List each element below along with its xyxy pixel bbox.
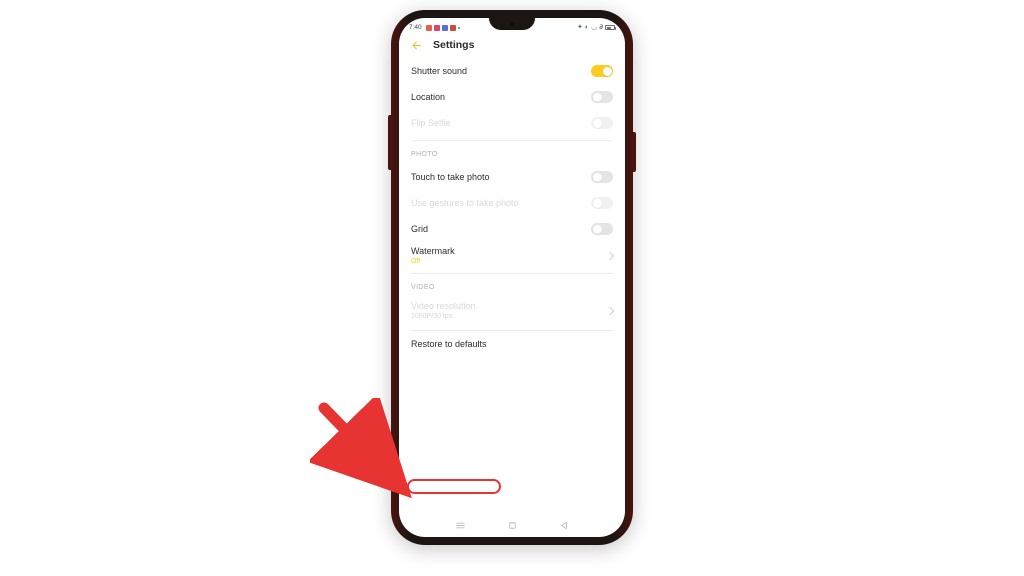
title-bar: Settings xyxy=(399,35,625,58)
row-watermark[interactable]: Watermark Off xyxy=(411,242,613,269)
notification-icon xyxy=(450,25,456,31)
row-flip-selfie: Flip Selfie xyxy=(411,110,613,136)
status-time: 7:40 xyxy=(409,24,422,31)
toggle-flip-selfie xyxy=(591,117,613,129)
display-notch xyxy=(489,18,535,30)
notification-icon xyxy=(434,25,440,31)
navigation-bar xyxy=(399,517,625,537)
toggle-location[interactable] xyxy=(591,91,613,103)
toggle-touch-photo[interactable] xyxy=(591,171,613,183)
row-label: Video resolution xyxy=(411,301,475,311)
toggle-use-gestures xyxy=(591,197,613,209)
status-left: 7:40 xyxy=(409,24,460,31)
row-location[interactable]: Location xyxy=(411,84,613,110)
notification-icon xyxy=(426,25,432,31)
nav-back-button[interactable] xyxy=(557,519,571,533)
notification-icon xyxy=(442,25,448,31)
chevron-right-icon xyxy=(606,251,614,259)
row-label: Restore to defaults xyxy=(411,339,487,349)
settings-list[interactable]: Shutter sound Location Flip Selfie PHOTO… xyxy=(399,58,625,517)
row-label: Flip Selfie xyxy=(411,118,451,128)
more-notifications-icon xyxy=(458,27,460,29)
row-sublabel: Off xyxy=(411,258,455,265)
back-button[interactable] xyxy=(409,38,423,52)
chevron-right-icon xyxy=(606,306,614,314)
row-restore-defaults[interactable]: Restore to defaults xyxy=(411,330,613,359)
row-label: Use gestures to take photo xyxy=(411,198,519,208)
row-label: Watermark xyxy=(411,246,455,256)
nav-home-button[interactable] xyxy=(505,519,519,533)
battery-icon xyxy=(605,25,615,30)
toggle-shutter-sound[interactable] xyxy=(591,65,613,77)
wifi-icon: ◡ xyxy=(591,24,597,31)
row-sublabel: 1080P/30 fps xyxy=(411,313,475,320)
row-video-resolution: Video resolution 1080P/30 fps xyxy=(411,297,613,324)
page-title: Settings xyxy=(433,39,474,51)
row-label: Touch to take photo xyxy=(411,172,490,182)
row-label: Shutter sound xyxy=(411,66,467,76)
section-heading-video: VIDEO xyxy=(411,273,613,297)
row-grid[interactable]: Grid xyxy=(411,216,613,242)
nav-recent-button[interactable] xyxy=(453,519,467,533)
dnd-icon: ◐ xyxy=(585,24,589,31)
back-triangle-icon xyxy=(559,520,570,531)
row-use-gestures: Use gestures to take photo xyxy=(411,190,613,216)
status-right: ✦ ◐ ◡ 𝟃 xyxy=(577,24,615,31)
section-heading-photo: PHOTO xyxy=(411,140,613,164)
arrow-left-icon xyxy=(410,39,423,52)
row-label: Location xyxy=(411,92,445,102)
row-shutter-sound[interactable]: Shutter sound xyxy=(411,58,613,84)
bluetooth-icon: ✦ xyxy=(577,24,583,31)
toggle-grid[interactable] xyxy=(591,223,613,235)
phone-frame: 7:40 ✦ ◐ ◡ 𝟃 Settings xyxy=(391,10,633,545)
recent-apps-icon xyxy=(455,520,466,531)
phone-screen: 7:40 ✦ ◐ ◡ 𝟃 Settings xyxy=(399,18,625,537)
row-label: Grid xyxy=(411,224,428,234)
home-icon xyxy=(507,520,518,531)
signal-icon: 𝟃 xyxy=(599,24,603,31)
row-touch-to-take-photo[interactable]: Touch to take photo xyxy=(411,164,613,190)
